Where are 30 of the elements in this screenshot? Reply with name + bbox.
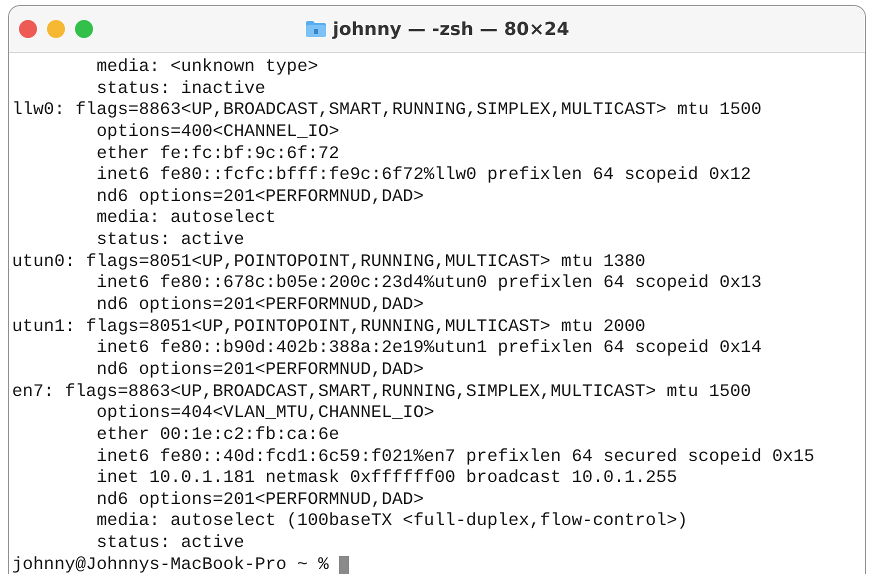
close-button[interactable] xyxy=(19,20,37,38)
output-line: en7: flags=8863<UP,BROADCAST,SMART,RUNNING,SIMPLEX,MULTICAST> mtu 1500 xyxy=(12,382,752,404)
output-line: inet6 fe80::b90d:402b:388a:2e19%utun1 prefixlen 64 scopeid 0x14 xyxy=(95,338,762,360)
output-line: media: <unknown type> xyxy=(95,57,318,79)
output-line: status: active xyxy=(95,533,244,555)
output-line: media: autoselect (100baseTX <full-duplex,flow-control>) xyxy=(95,511,688,534)
output-line: inet6 fe80::678c:b05e:200c:23d4%utun0 prefixlen 64 scopeid 0x13 xyxy=(95,273,762,296)
output-line: status: inactive xyxy=(95,78,266,100)
output-line: inet6 fe80::fcfc:bfff:fe9c:6f72%llw0 prefixlen 64 scopeid 0x12 xyxy=(95,165,752,187)
output-line: nd6 options=201<PERFORMNUD,DAD> xyxy=(95,360,424,382)
output-line: utun0: flags=8051<UP,POINTOPOINT,RUNNING,MULTICAST> mtu 1380 xyxy=(12,252,646,274)
output-line: utun1: flags=8051<UP,POINTOPOINT,RUNNING,MULTICAST> mtu 2000 xyxy=(12,316,646,338)
output-line: nd6 options=201<PERFORMNUD,DAD> xyxy=(95,295,424,317)
output-line: nd6 options=201<PERFORMNUD,DAD> xyxy=(95,490,424,512)
zoom-button[interactable] xyxy=(75,20,93,38)
output-line: nd6 options=201<PERFORMNUD,DAD> xyxy=(95,186,424,208)
output-line: inet6 fe80::40d:fcd1:6c59:f021%en7 prefixlen 64 secured scopeid 0x15 xyxy=(95,446,814,468)
output-line: inet 10.0.1.181 netmask 0xffffff00 broadcast 10.0.1.255 xyxy=(95,468,678,490)
output-line: media: autoselect xyxy=(95,208,276,230)
shell-prompt: johnny@Johnnys-MacBook-Pro ~ % xyxy=(12,554,329,574)
output-line: ether 00:1e:c2:fb:ca:6e xyxy=(95,424,340,447)
output-line: options=400<CHANNEL_IO> xyxy=(95,122,340,144)
output-line: llw0: flags=8863<UP,BROADCAST,SMART,RUNNING,SIMPLEX,MULTICAST> mtu 1500 xyxy=(12,100,762,122)
folder-icon xyxy=(304,20,327,38)
output-line: ether fe:fc:bf:9c:6f:72 xyxy=(95,144,340,166)
text-cursor xyxy=(338,556,349,574)
output-line: options=404<VLAN_MTU,CHANNEL_IO> xyxy=(95,403,434,425)
window-title: johnny — -zsh — 80×24 xyxy=(332,18,570,40)
minimize-button[interactable] xyxy=(47,20,65,38)
output-line: status: active xyxy=(95,230,244,252)
